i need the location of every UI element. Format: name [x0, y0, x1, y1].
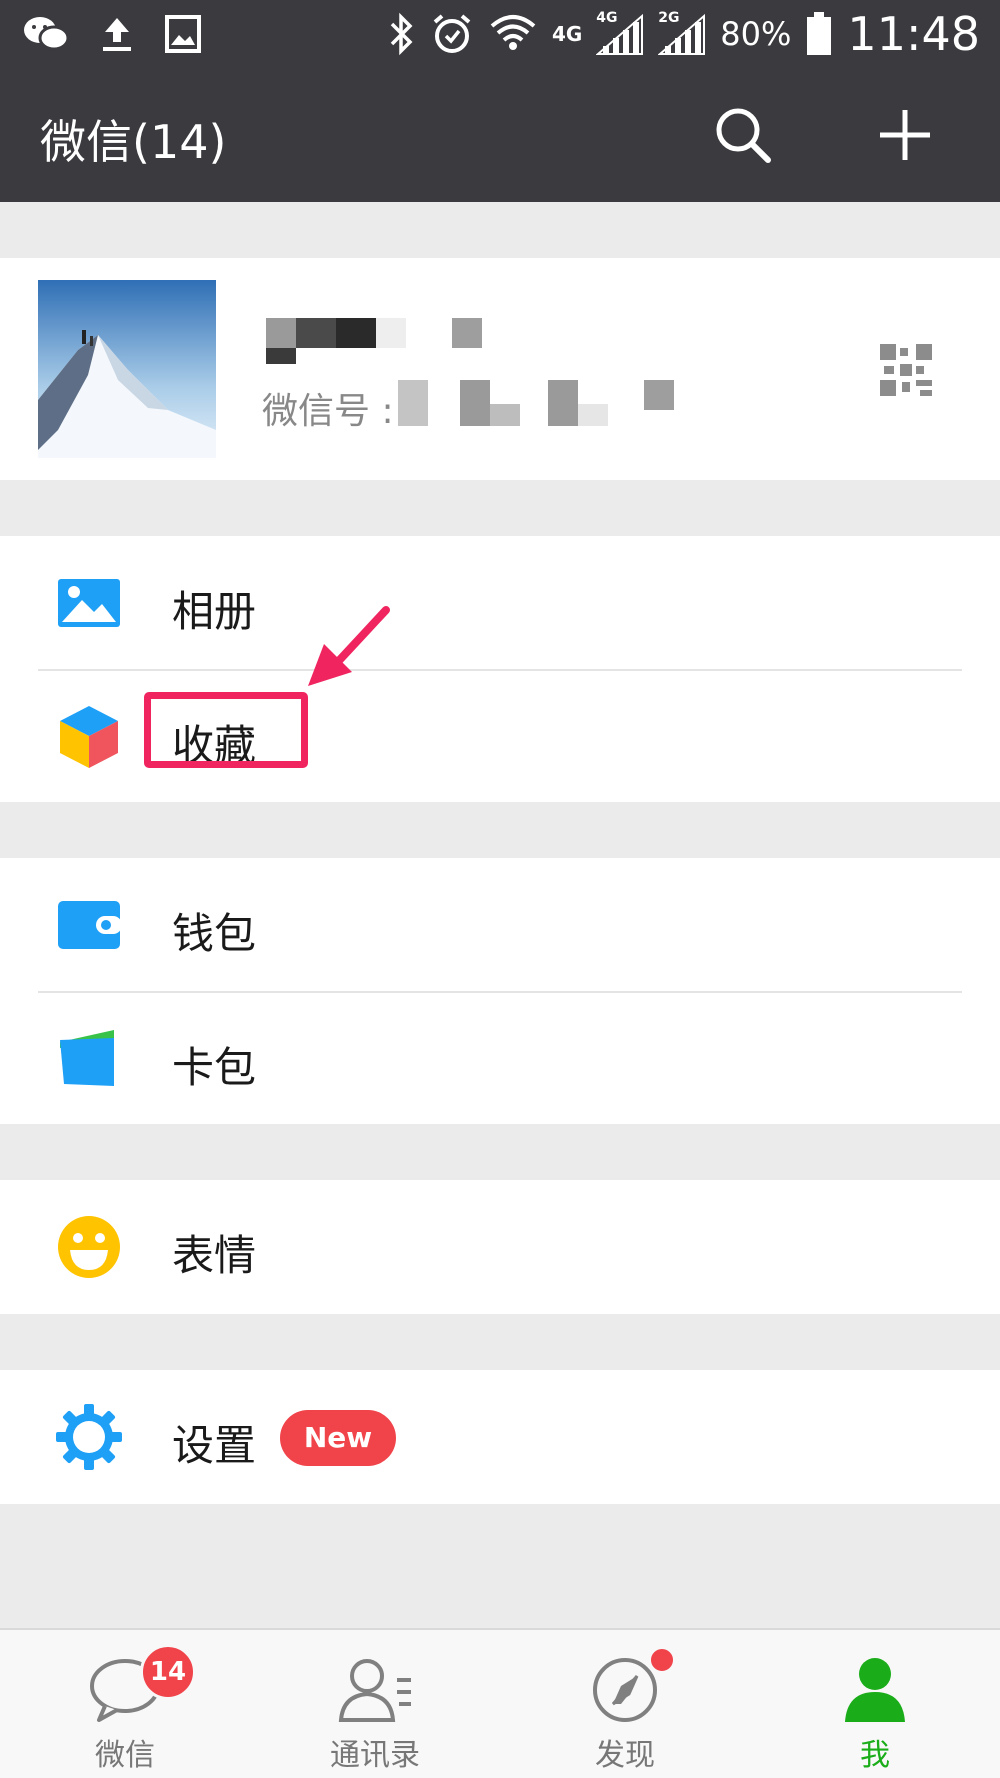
tab-discover[interactable]: 发现 — [500, 1630, 750, 1778]
battery-icon — [807, 12, 832, 55]
image-icon — [165, 15, 201, 53]
app-header: 微信(14) — [0, 68, 1000, 202]
network-type-3: 2G — [658, 10, 680, 26]
menu-item-cards[interactable]: 卡包 — [0, 992, 1000, 1126]
bluetooth-icon — [390, 12, 413, 56]
menu-item-settings[interactable]: 设置 New — [0, 1370, 1000, 1504]
unread-badge: 14 — [140, 1644, 196, 1700]
profile-card[interactable]: 微信号 : — [0, 258, 1000, 480]
status-notifications — [22, 10, 202, 58]
album-icon — [58, 579, 120, 627]
menu-group-2: 钱包 卡包 — [0, 858, 1000, 1124]
highlight-box — [144, 692, 308, 768]
qr-code-icon[interactable] — [880, 344, 932, 396]
status-system: 4G 4G 2G 80% 11:48 — [386, 7, 980, 61]
new-badge: New — [280, 1410, 396, 1466]
menu-item-wallet[interactable]: 钱包 — [0, 858, 1000, 992]
status-bar: 4G 4G 2G 80% 11:48 — [0, 0, 1000, 68]
wallet-icon — [58, 901, 122, 949]
settings-label: 设置 — [172, 1421, 257, 1470]
cards-label: 卡包 — [172, 1043, 257, 1092]
signal-icon-1: 4G — [595, 10, 644, 56]
me-icon — [845, 1658, 905, 1722]
network-type-2: 4G — [596, 10, 618, 26]
tab-label: 微信 — [95, 1738, 155, 1773]
tab-label: 我 — [860, 1738, 890, 1773]
tab-label: 通讯录 — [330, 1738, 420, 1773]
menu-group-4: 设置 New — [0, 1370, 1000, 1504]
plus-icon[interactable] — [874, 104, 936, 166]
pointer-arrow-icon — [308, 606, 390, 686]
favorites-cube-icon — [60, 706, 118, 768]
upload-icon — [103, 18, 131, 51]
page-title: 微信(14) — [40, 115, 227, 169]
menu-group-3: 表情 — [0, 1180, 1000, 1314]
menu-item-stickers[interactable]: 表情 — [0, 1180, 1000, 1314]
tab-contacts[interactable]: 通讯录 — [250, 1630, 500, 1778]
menu-item-album[interactable]: 相册 — [0, 536, 1000, 670]
notification-dot — [648, 1646, 676, 1674]
wallet-label: 钱包 — [172, 909, 257, 958]
wechat-icon — [24, 17, 70, 51]
mountain-photo — [38, 280, 216, 458]
gear-icon — [56, 1404, 122, 1470]
card-pack-icon — [60, 1030, 114, 1086]
wechat-id-redacted — [398, 380, 674, 426]
wifi-icon — [490, 15, 536, 50]
tab-me[interactable]: 我 — [750, 1630, 1000, 1778]
avatar[interactable] — [38, 280, 216, 458]
smiley-icon — [58, 1216, 120, 1278]
network-type-1: 4G — [551, 22, 583, 46]
stickers-label: 表情 — [172, 1231, 257, 1280]
album-label: 相册 — [172, 587, 257, 636]
profile-name-redacted — [266, 318, 482, 364]
battery-percent: 80% — [720, 15, 792, 53]
clock: 11:48 — [847, 7, 980, 61]
tab-label: 发现 — [595, 1738, 655, 1773]
contacts-icon — [338, 1659, 411, 1722]
alarm-icon — [433, 14, 471, 53]
tab-chats[interactable]: 14 微信 — [0, 1630, 250, 1778]
bottom-tab-bar: 14 微信 通讯录 发现 我 — [0, 1628, 1000, 1778]
wechat-id-label: 微信号 : — [262, 391, 394, 432]
search-icon[interactable] — [712, 104, 774, 166]
signal-icon-2: 2G — [657, 10, 706, 56]
